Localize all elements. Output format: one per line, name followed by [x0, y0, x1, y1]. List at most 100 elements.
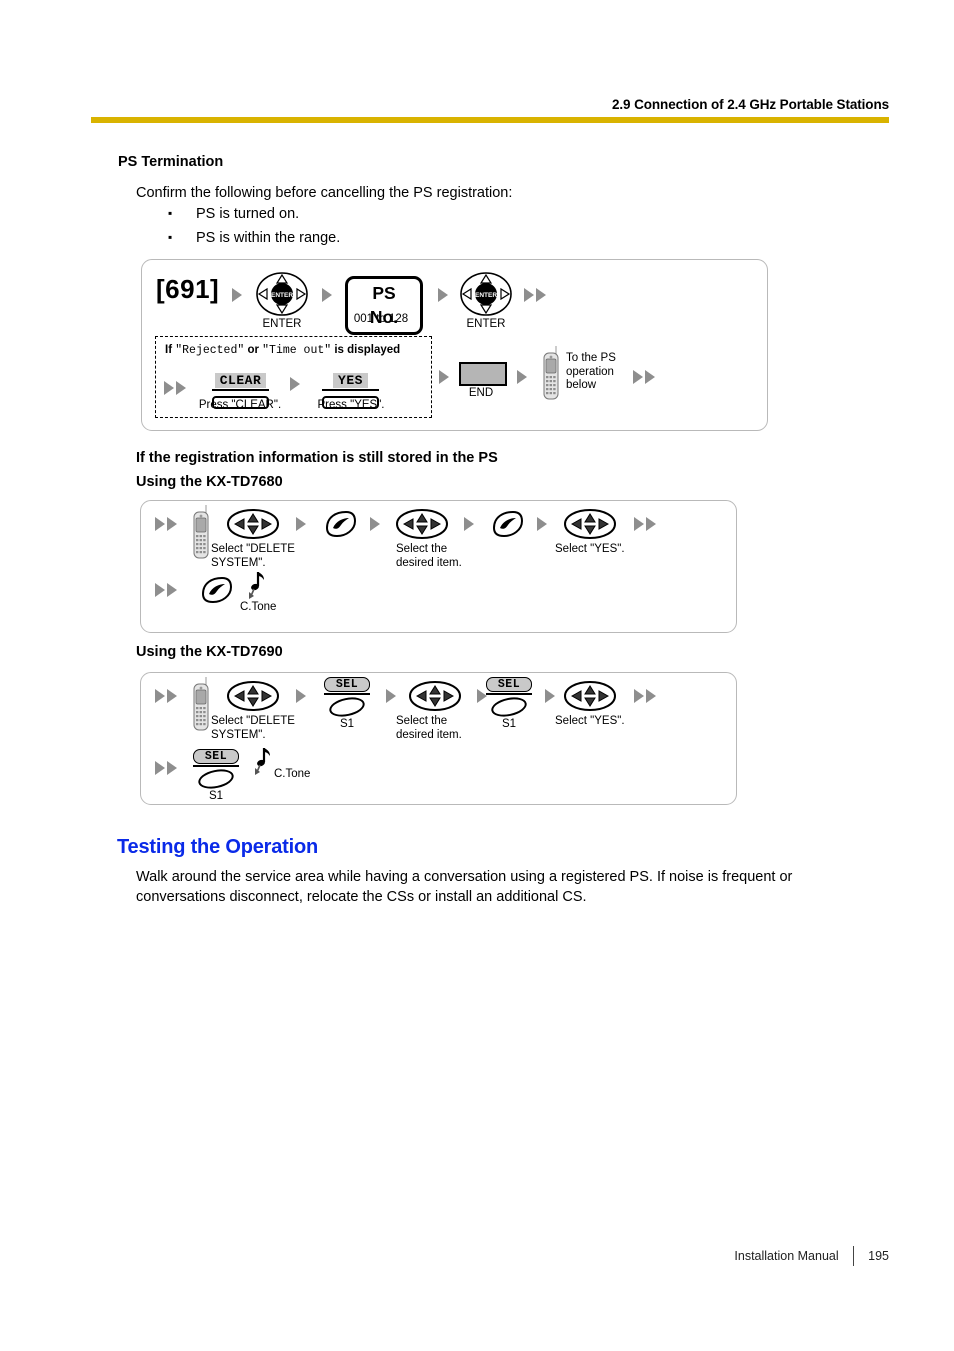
sel-label: SEL [486, 677, 532, 692]
navigator-key-icon-2[interactable] [408, 680, 462, 712]
navigator-key-icon-1[interactable] [226, 680, 280, 712]
sel-sub-label: S1 [208, 790, 224, 802]
arrow-right-icon [370, 517, 380, 531]
sel-sub-label: S1 [501, 718, 517, 730]
talk-key-icon-1[interactable] [324, 510, 357, 538]
arrow-right-icon [646, 689, 656, 703]
end-label: END [468, 387, 494, 399]
arrow-right-icon [167, 761, 177, 775]
arrow-right-icon [155, 517, 165, 531]
enter-label-2: ENTER [466, 318, 506, 330]
ps-no-range: 001 to 128 [353, 313, 409, 325]
sel-label: SEL [324, 677, 370, 692]
note-post: is displayed [331, 344, 401, 356]
arrow-right-icon [167, 517, 177, 531]
note-quote-2: "Time out" [262, 344, 332, 357]
enter-label-1: ENTER [262, 318, 302, 330]
arrow-right-icon [296, 689, 306, 703]
select-desired-item-caption-7690: Select the desired item. [396, 715, 462, 741]
using-kx-td7680-heading: Using the KX-TD7680 [136, 474, 283, 490]
sel-softkey-3[interactable]: SEL S1 [193, 749, 239, 802]
talk-key-icon-2[interactable] [491, 510, 524, 538]
arrow-right-icon [537, 517, 547, 531]
arrow-right-icon [517, 370, 527, 384]
arrow-right-icon [296, 517, 306, 531]
arrow-right-icon [439, 370, 449, 384]
using-kx-td7690-heading: Using the KX-TD7690 [136, 644, 283, 660]
bullet-text: PS is turned on. [196, 206, 300, 222]
arrow-right-icon [645, 370, 655, 384]
sel-button-shape[interactable] [196, 766, 236, 792]
testing-paragraph-line-2: conversations disconnect, relocate the C… [136, 889, 587, 905]
navigator-key-icon-2[interactable] [395, 508, 449, 540]
arrow-right-icon [634, 517, 644, 531]
sel-softkey-1[interactable]: SEL S1 [324, 677, 370, 730]
softkey-clear-label: CLEAR [214, 373, 267, 388]
note-quote-1: "Rejected" [175, 344, 245, 357]
flow-diagram-kx-td7690: Select "DELETE SYSTEM". SEL S1 Select th… [140, 672, 737, 805]
sel-sub-label: S1 [339, 718, 355, 730]
arrow-right-icon [524, 288, 534, 302]
softkey-underline [322, 389, 379, 391]
confirmation-tone-icon [250, 745, 272, 777]
arrow-right-icon [386, 689, 396, 703]
flow-diagram-main: [691] ENTER ENTER PS No. 001 to 128 ENTE… [141, 259, 768, 431]
header-section-title: 2.9 Connection of 2.4 GHz Portable Stati… [612, 97, 889, 112]
ps-termination-heading: PS Termination [118, 154, 224, 170]
c-tone-caption-7690: C.Tone [274, 768, 311, 780]
sel-underline [193, 765, 239, 767]
c-tone-caption-7680: C.Tone [240, 601, 277, 613]
arrow-right-icon [633, 370, 643, 384]
sel-label: SEL [193, 749, 239, 764]
select-yes-caption-7690: Select "YES". [555, 715, 625, 727]
softkey-clear-caption: Press "CLEAR". [198, 399, 282, 411]
enter-navigator-icon-1: ENTER [256, 272, 308, 316]
sel-button-shape[interactable] [327, 694, 367, 720]
document-page: 2.9 Connection of 2.4 GHz Portable Stati… [0, 0, 954, 1351]
feature-code-691: [691] [156, 274, 220, 304]
flow-diagram-kx-td7680: Select "DELETE SYSTEM". Select the desir… [140, 500, 737, 633]
arrow-right-icon [634, 689, 644, 703]
arrow-right-icon [155, 689, 165, 703]
select-delete-system-caption-7680: Select "DELETE SYSTEM". [211, 543, 295, 569]
header-rule [91, 117, 889, 123]
arrow-right-icon [545, 689, 555, 703]
conditional-note-text: If "Rejected" or "Time out" is displayed [165, 344, 400, 357]
ps-termination-intro: Confirm the following before cancelling … [136, 185, 513, 201]
navigator-key-icon-3[interactable] [563, 508, 617, 540]
testing-the-operation-title: Testing the Operation [117, 836, 318, 858]
svg-text:ENTER: ENTER [271, 292, 293, 299]
arrow-right-icon [176, 381, 186, 395]
arrow-right-icon [322, 288, 332, 302]
arrow-right-icon [167, 583, 177, 597]
to-ps-operation-note: To the PS operation below [566, 352, 616, 391]
arrow-right-icon [167, 689, 177, 703]
footer-manual-name: Installation Manual [734, 1249, 839, 1263]
testing-paragraph-line-1: Walk around the service area while havin… [136, 869, 793, 885]
sel-button-shape[interactable] [489, 694, 529, 720]
talk-key-icon-3[interactable] [200, 576, 233, 604]
sel-underline [486, 693, 532, 695]
navigator-key-icon-3[interactable] [563, 680, 617, 712]
svg-text:ENTER: ENTER [475, 292, 497, 299]
arrow-right-icon [536, 288, 546, 302]
navigator-key-icon-1[interactable] [226, 508, 280, 540]
sel-underline [324, 693, 370, 695]
softkey-yes-label: YES [333, 373, 368, 388]
arrow-right-icon [438, 288, 448, 302]
end-key[interactable] [459, 362, 507, 386]
bullet-text: PS is within the range. [196, 230, 341, 246]
footer-separator [852, 1246, 855, 1266]
select-delete-system-caption-7690: Select "DELETE SYSTEM". [211, 715, 295, 741]
bullet-dot: ▪ [168, 230, 173, 244]
arrow-right-icon [290, 377, 300, 391]
arrow-right-icon [164, 381, 174, 395]
still-stored-heading: If the registration information is still… [136, 450, 498, 466]
arrow-right-icon [155, 761, 165, 775]
softkey-yes-caption: Press "YES". [317, 399, 385, 411]
select-desired-item-caption-7680: Select the desired item. [396, 543, 462, 569]
note-pre: If [165, 344, 176, 356]
page-header: 2.9 Connection of 2.4 GHz Portable Stati… [91, 96, 889, 123]
arrow-right-icon [232, 288, 242, 302]
sel-softkey-2[interactable]: SEL S1 [486, 677, 532, 730]
